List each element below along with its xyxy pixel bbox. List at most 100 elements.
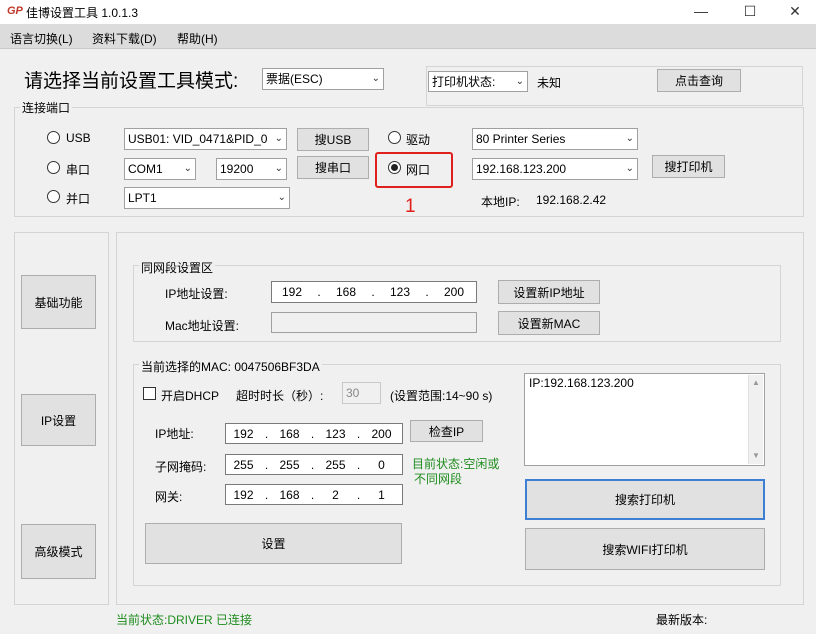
maximize-button[interactable]: ☐ bbox=[727, 0, 773, 24]
gateway-input[interactable]: 192. 168. 2. 1 bbox=[225, 484, 403, 505]
ip-octet: 255 bbox=[325, 457, 346, 472]
scroll-up-icon[interactable]: ▲ bbox=[752, 378, 760, 387]
ip-settings-button[interactable]: IP设置 bbox=[21, 394, 96, 446]
menu-help[interactable]: 帮助(H) bbox=[177, 30, 218, 47]
driver-select[interactable]: 80 Printer Series ⌄ bbox=[472, 128, 638, 150]
check-ip-button[interactable]: 检查IP bbox=[410, 420, 483, 442]
basic-functions-button[interactable]: 基础功能 bbox=[21, 275, 96, 329]
lpt-port-select[interactable]: LPT1 ⌄ bbox=[124, 187, 290, 209]
mode-select[interactable]: 票据(ESC) ⌄ bbox=[262, 68, 384, 90]
ip-octet: 123 bbox=[389, 285, 411, 299]
set-new-ip-button[interactable]: 设置新IP地址 bbox=[498, 280, 600, 304]
usb-port-value: USB01: VID_0471&PID_0 bbox=[128, 132, 268, 146]
ip-dot: . bbox=[310, 487, 315, 502]
com-port-value: COM1 bbox=[128, 162, 163, 176]
timeout-input[interactable]: 30 bbox=[342, 382, 381, 404]
timeout-range-label: (设置范围:14~90 s) bbox=[390, 389, 493, 403]
com-port-select[interactable]: COM1 ⌄ bbox=[124, 158, 196, 180]
close-button[interactable]: ✕ bbox=[772, 0, 816, 24]
network-radio[interactable] bbox=[388, 161, 401, 174]
parallel-label: 并口 bbox=[66, 192, 91, 206]
mode-select-value: 票据(ESC) bbox=[266, 72, 323, 86]
driver-radio[interactable] bbox=[388, 131, 401, 144]
ip-setting-label: IP地址设置: bbox=[165, 287, 228, 301]
chevron-down-icon: ⌄ bbox=[371, 73, 380, 84]
search-printer-button[interactable]: 搜索打印机 bbox=[525, 479, 765, 520]
new-ip-input[interactable]: 192. 168. 123. 200 bbox=[271, 281, 477, 303]
query-button[interactable]: 点击查询 bbox=[657, 69, 741, 92]
ip-octet: 123 bbox=[325, 426, 346, 441]
usb-port-select[interactable]: USB01: VID_0471&PID_0 ⌄ bbox=[124, 128, 287, 150]
window-title: 佳博设置工具 1.0.1.3 bbox=[26, 6, 139, 20]
apply-settings-button[interactable]: 设置 bbox=[145, 523, 402, 564]
ip-dot: . bbox=[356, 457, 361, 472]
ip-octet: 168 bbox=[279, 426, 300, 441]
search-printer-port-button[interactable]: 搜打印机 bbox=[652, 155, 725, 178]
usb-radio[interactable] bbox=[47, 131, 60, 144]
ip-dot: . bbox=[371, 285, 375, 299]
local-ip-label: 本地IP: bbox=[481, 195, 520, 209]
search-wifi-printer-button[interactable]: 搜索WIFI打印机 bbox=[525, 528, 765, 570]
ip-address-input[interactable]: 192. 168. 123. 200 bbox=[225, 423, 403, 444]
subnet-mask-input[interactable]: 255. 255. 255. 0 bbox=[225, 454, 403, 475]
dhcp-label: 开启DHCP bbox=[161, 389, 220, 403]
baud-rate-value: 19200 bbox=[220, 162, 254, 176]
port-group-title: 连接端口 bbox=[20, 99, 73, 116]
dhcp-checkbox[interactable] bbox=[143, 387, 156, 400]
advanced-mode-button[interactable]: 高级模式 bbox=[21, 524, 96, 579]
info-text: IP:192.168.123.200 bbox=[529, 376, 634, 390]
chevron-down-icon: ⌄ bbox=[515, 76, 524, 87]
ip-dot: . bbox=[425, 285, 429, 299]
serial-radio[interactable] bbox=[47, 161, 60, 174]
serial-label: 串口 bbox=[66, 163, 91, 177]
chevron-down-icon: ⌄ bbox=[274, 163, 283, 174]
ip-dot: . bbox=[264, 487, 269, 502]
printer-status-select[interactable]: 打印机状态: ⌄ bbox=[428, 71, 528, 92]
ip-address-label: IP地址: bbox=[155, 427, 194, 441]
ip-octet: 192 bbox=[233, 487, 254, 502]
vertical-scrollbar[interactable]: ▲ ▼ bbox=[748, 375, 763, 464]
chevron-down-icon: ⌄ bbox=[274, 133, 283, 144]
printer-status-value: 未知 bbox=[537, 76, 562, 90]
ip-dot: . bbox=[264, 426, 269, 441]
ip-octet: 168 bbox=[279, 487, 300, 502]
ip-octet: 0 bbox=[378, 457, 385, 472]
ip-dot: . bbox=[310, 457, 315, 472]
chevron-down-icon: ⌄ bbox=[625, 163, 634, 174]
network-ip-select[interactable]: 192.168.123.200 ⌄ bbox=[472, 158, 638, 180]
latest-version-label: 最新版本: bbox=[656, 613, 708, 627]
gateway-label: 网关: bbox=[155, 490, 183, 504]
ip-dot: . bbox=[356, 426, 361, 441]
minimize-button[interactable]: — bbox=[678, 0, 724, 24]
search-usb-button[interactable]: 搜USB bbox=[297, 128, 369, 151]
parallel-radio[interactable] bbox=[47, 190, 60, 203]
ip-octet: 255 bbox=[279, 457, 300, 472]
menu-downloads[interactable]: 资料下载(D) bbox=[92, 30, 157, 47]
driver-value: 80 Printer Series bbox=[476, 132, 566, 146]
ip-octet: 2 bbox=[332, 487, 339, 502]
ip-octet: 200 bbox=[371, 426, 392, 441]
info-textarea[interactable]: IP:192.168.123.200 ▲ ▼ bbox=[524, 373, 765, 466]
local-ip-value: 192.168.2.42 bbox=[536, 193, 607, 207]
ip-octet: 200 bbox=[443, 285, 465, 299]
ip-dot: . bbox=[310, 426, 315, 441]
menu-language[interactable]: 语言切换(L) bbox=[10, 30, 73, 47]
usb-label: USB bbox=[66, 131, 91, 145]
set-new-mac-button[interactable]: 设置新MAC bbox=[498, 311, 600, 335]
search-serial-button[interactable]: 搜串口 bbox=[297, 156, 369, 179]
baud-rate-select[interactable]: 19200 ⌄ bbox=[216, 158, 287, 180]
ip-octet: 1 bbox=[378, 487, 385, 502]
ip-octet: 192 bbox=[233, 426, 254, 441]
driver-label: 驱动 bbox=[406, 133, 431, 147]
network-label: 网口 bbox=[406, 163, 431, 177]
chevron-down-icon: ⌄ bbox=[625, 133, 634, 144]
ip-octet: 168 bbox=[335, 285, 357, 299]
title-bar: GP 佳博设置工具 1.0.1.3 — ☐ ✕ bbox=[0, 0, 816, 24]
new-mac-input[interactable] bbox=[271, 312, 477, 333]
scroll-down-icon[interactable]: ▼ bbox=[752, 451, 760, 460]
chevron-down-icon: ⌄ bbox=[183, 163, 192, 174]
subnet-mask-label: 子网掩码: bbox=[155, 460, 207, 474]
current-status: 当前状态:DRIVER 已连接 bbox=[116, 613, 253, 627]
current-mac-title: 当前选择的MAC: 0047506BF3DA bbox=[139, 358, 322, 375]
network-ip-value: 192.168.123.200 bbox=[476, 162, 567, 176]
